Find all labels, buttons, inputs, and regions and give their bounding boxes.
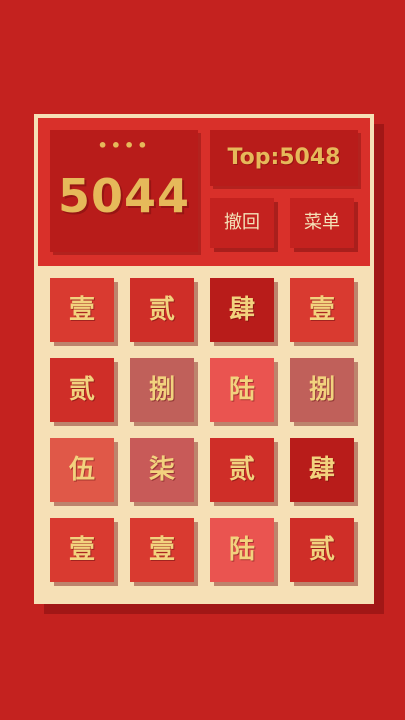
- tile[interactable]: 贰: [130, 278, 194, 342]
- tile[interactable]: 陆: [210, 518, 274, 582]
- tile[interactable]: 贰: [290, 518, 354, 582]
- tile[interactable]: 捌: [290, 358, 354, 422]
- score-dots: ••••: [97, 136, 151, 155]
- undo-button[interactable]: 撤回: [210, 198, 274, 248]
- tile[interactable]: 壹: [130, 518, 194, 582]
- tile[interactable]: 陆: [210, 358, 274, 422]
- tile[interactable]: 壹: [290, 278, 354, 342]
- menu-button[interactable]: 菜单: [290, 198, 354, 248]
- tile[interactable]: 柒: [130, 438, 194, 502]
- tile[interactable]: 贰: [210, 438, 274, 502]
- tile[interactable]: 肆: [210, 278, 274, 342]
- tile[interactable]: 捌: [130, 358, 194, 422]
- tile-grid[interactable]: 壹 贰 肆 壹 贰 捌 陆 捌 伍 柒 贰 肆 壹 壹 陆 贰: [50, 278, 362, 590]
- tile[interactable]: 伍: [50, 438, 114, 502]
- tile[interactable]: 肆: [290, 438, 354, 502]
- tile[interactable]: 壹: [50, 518, 114, 582]
- top-score: Top:5048: [210, 130, 358, 186]
- tile[interactable]: 壹: [50, 278, 114, 342]
- current-score: 5044: [57, 169, 191, 223]
- tile[interactable]: 贰: [50, 358, 114, 422]
